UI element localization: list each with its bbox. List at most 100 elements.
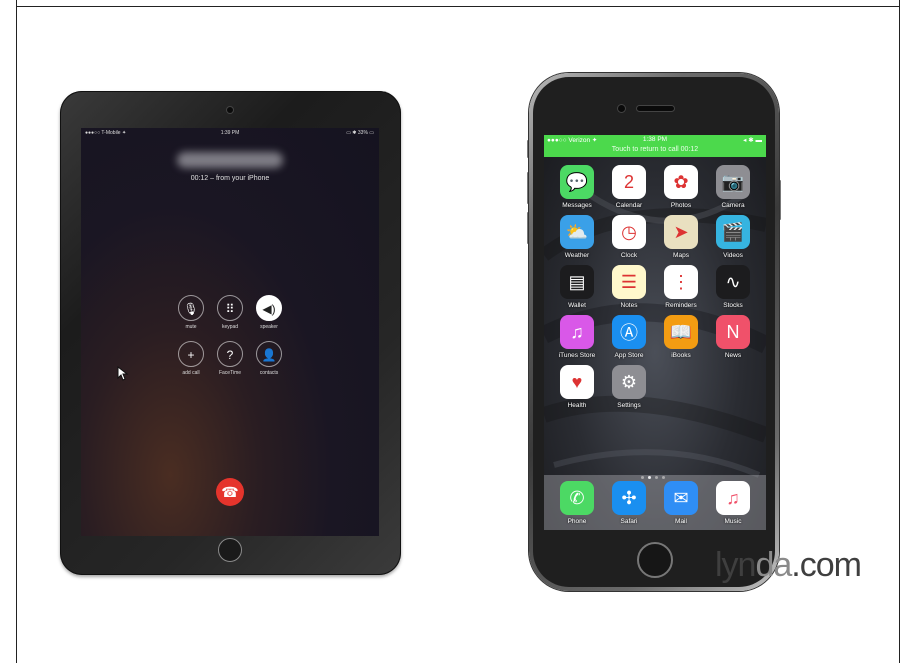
app-label: App Store	[614, 352, 644, 359]
app-label: Reminders	[665, 302, 697, 309]
app-label: Calendar	[615, 202, 643, 209]
app-label: Messages	[562, 202, 592, 209]
app-settings[interactable]: ⚙ Settings	[607, 365, 651, 409]
speaker-icon: ◀)	[256, 295, 282, 321]
app-videos[interactable]: 🎬 Videos	[711, 215, 755, 259]
add-call-label: add call	[182, 370, 200, 376]
settings-icon: ⚙	[612, 365, 646, 399]
health-icon: ♥	[560, 365, 594, 399]
mute-icon: 🎙	[178, 295, 204, 321]
dock-app-music[interactable]: ♫ Music	[711, 481, 755, 525]
mail-icon: ✉	[664, 481, 698, 515]
messages-icon: 💬	[560, 165, 594, 199]
ipad-camera	[227, 107, 233, 113]
phone-icon: ✆	[560, 481, 594, 515]
mute-button[interactable]: 🎙 mute	[176, 295, 206, 330]
mute-label: mute	[185, 324, 197, 330]
app-news[interactable]: N News	[711, 315, 755, 359]
photos-icon: ✿	[664, 165, 698, 199]
videos-icon: 🎬	[716, 215, 750, 249]
weather-icon: ⛅	[560, 215, 594, 249]
mouse-cursor-icon	[117, 366, 129, 381]
end-call-button[interactable]: ☎	[216, 478, 244, 506]
app-label: Photos	[670, 202, 692, 209]
app-camera[interactable]: 📷 Camera	[711, 165, 755, 209]
camera-icon: 📷	[716, 165, 750, 199]
calendar-icon: 2	[612, 165, 646, 199]
facetime-button[interactable]: ? FaceTime	[215, 341, 245, 376]
lynda-watermark: lynda.com	[715, 546, 862, 585]
touch-to-return-text: Touch to return to call 00:12	[611, 146, 699, 153]
speaker-label: speaker	[260, 324, 278, 330]
app-health[interactable]: ♥ Health	[555, 365, 599, 409]
app-stocks[interactable]: ∿ Stocks	[711, 265, 755, 309]
dock-app-safari[interactable]: ✣ Safari	[607, 481, 651, 525]
app-label: Camera	[721, 202, 745, 209]
watermark-part2: da	[755, 546, 792, 584]
keypad-button[interactable]: ⠿ keypad	[215, 295, 245, 330]
app-label: Clock	[620, 252, 638, 259]
app-label: iTunes Store	[558, 352, 596, 359]
app-notes[interactable]: ☰ Notes	[607, 265, 651, 309]
app-weather[interactable]: ⛅ Weather	[555, 215, 599, 259]
ipad-home-button[interactable]	[218, 538, 242, 562]
app-ibooks[interactable]: 📖 iBooks	[659, 315, 703, 359]
contacts-icon: 👤	[256, 341, 282, 367]
contacts-button[interactable]: 👤 contacts	[254, 341, 284, 376]
ipad-battery: ▭ ✱ 33% ▭	[346, 130, 374, 136]
app-store-icon: Ⓐ	[612, 315, 646, 349]
notes-icon: ☰	[612, 265, 646, 299]
watermark-part3: .com	[791, 546, 862, 584]
app-reminders[interactable]: ⋮ Reminders	[659, 265, 703, 309]
wallet-icon: ▤	[560, 265, 594, 299]
call-in-progress-banner[interactable]: ●●●○○ Verizon ✦ 1:38 PM ◂ ✱ ▬ Touch to r…	[544, 135, 766, 157]
iphone-time: 1:38 PM	[642, 136, 668, 143]
iphone-status-bar: ●●●○○ Verizon ✦ 1:38 PM ◂ ✱ ▬	[544, 136, 766, 145]
app-clock[interactable]: ◷ Clock	[607, 215, 651, 259]
ipad-device: ●●●○○ T-Mobile ✦ 1:39 PM ▭ ✱ 33% ▭ 00:12…	[60, 91, 401, 575]
page-indicator	[639, 466, 671, 479]
app-photos[interactable]: ✿ Photos	[659, 165, 703, 209]
app-wallet[interactable]: ▤ Wallet	[555, 265, 599, 309]
keypad-label: keypad	[221, 324, 239, 330]
app-label: Stocks	[723, 302, 743, 309]
dock-app-label: Mail	[675, 518, 687, 525]
dock-app-label: Safari	[620, 518, 638, 525]
dock-app-label: Phone	[567, 518, 587, 525]
iphone-battery: ◂ ✱ ▬	[743, 137, 762, 144]
clock-icon: ◷	[612, 215, 646, 249]
app-app-store[interactable]: Ⓐ App Store	[607, 315, 651, 359]
news-icon: N	[716, 315, 750, 349]
app-calendar[interactable]: 2 Calendar	[607, 165, 651, 209]
call-subtitle: 00:12 – from your iPhone	[190, 175, 270, 182]
app-maps[interactable]: ➤ Maps	[659, 215, 703, 259]
app-itunes-store[interactable]: ♫ iTunes Store	[555, 315, 599, 359]
contacts-label: contacts	[259, 370, 279, 376]
app-label: Settings	[617, 402, 641, 409]
itunes-store-icon: ♫	[560, 315, 594, 349]
keypad-icon: ⠿	[217, 295, 243, 321]
app-label: Maps	[673, 252, 689, 259]
dock-app-phone[interactable]: ✆ Phone	[555, 481, 599, 525]
app-messages[interactable]: 💬 Messages	[555, 165, 599, 209]
maps-icon: ➤	[664, 215, 698, 249]
ibooks-icon: 📖	[664, 315, 698, 349]
speaker-button[interactable]: ◀) speaker	[254, 295, 284, 330]
dock-app-mail[interactable]: ✉ Mail	[659, 481, 703, 525]
ipad-status-bar: ●●●○○ T-Mobile ✦ 1:39 PM ▭ ✱ 33% ▭	[81, 130, 379, 138]
app-label: Wallet	[568, 302, 586, 309]
app-label: News	[724, 352, 742, 359]
app-label: Health	[567, 402, 587, 409]
ipad-time: 1:39 PM	[220, 130, 240, 136]
ipad-call-screen: ●●●○○ T-Mobile ✦ 1:39 PM ▭ ✱ 33% ▭ 00:12…	[81, 128, 379, 536]
reminders-icon: ⋮	[664, 265, 698, 299]
app-label: iBooks	[671, 352, 691, 359]
app-label: Videos	[723, 252, 743, 259]
iphone-speaker	[637, 106, 674, 111]
iphone-home-button[interactable]	[637, 542, 673, 578]
facetime-label: FaceTime	[218, 370, 242, 376]
add-call-button[interactable]: + add call	[176, 341, 206, 376]
add-call-icon: +	[178, 341, 204, 367]
iphone-home-screen: ●●●○○ Verizon ✦ 1:38 PM ◂ ✱ ▬ Touch to r…	[544, 135, 766, 530]
app-label: Weather	[564, 252, 590, 259]
